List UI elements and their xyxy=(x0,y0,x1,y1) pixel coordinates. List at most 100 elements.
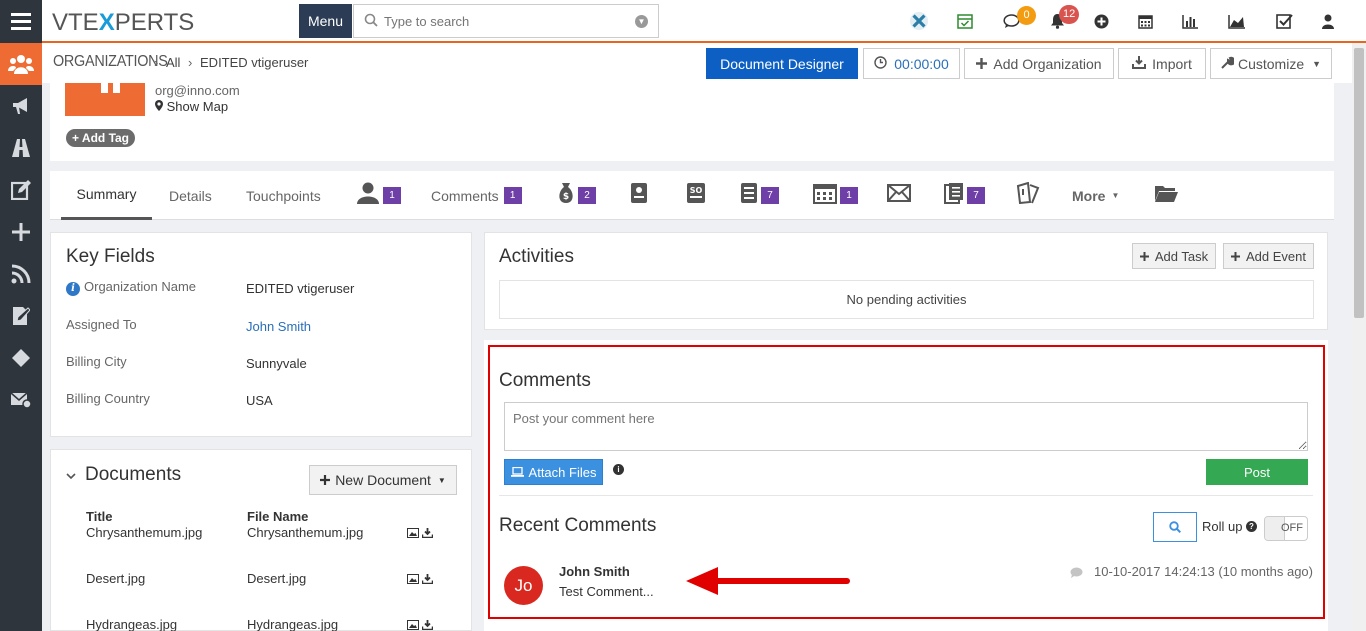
quote-icon xyxy=(630,182,648,210)
app-logo[interactable]: VTEXPERTS xyxy=(52,9,194,37)
import-button[interactable]: Import xyxy=(1118,48,1206,79)
doc-file[interactable]: Hydrangeas.jpg xyxy=(247,617,338,631)
search-dropdown-icon[interactable]: ▼ xyxy=(635,15,648,28)
add-event-button[interactable]: Add Event xyxy=(1223,243,1314,269)
doc-title[interactable]: Desert.jpg xyxy=(86,571,145,586)
search-comments-button[interactable] xyxy=(1153,512,1197,542)
envelope-icon xyxy=(887,183,911,208)
calendar-icon[interactable] xyxy=(1135,11,1155,31)
field-value[interactable]: USA xyxy=(246,393,273,408)
roll-up-toggle[interactable]: OFF xyxy=(1264,516,1308,541)
tab-events[interactable]: 1 xyxy=(813,171,858,220)
timer-button[interactable]: 00:00:00 xyxy=(863,48,960,79)
column-header-file: File Name xyxy=(247,509,309,524)
calendar-icon xyxy=(813,182,837,210)
hamburger-menu-icon[interactable] xyxy=(0,0,42,43)
search-input[interactable] xyxy=(384,13,634,29)
scrollbar-thumb[interactable] xyxy=(1354,48,1364,318)
add-task-button[interactable]: Add Task xyxy=(1132,243,1216,269)
record-email[interactable]: org@inno.com xyxy=(155,83,240,98)
doc-file[interactable]: Desert.jpg xyxy=(247,571,306,586)
diamond-icon[interactable] xyxy=(0,337,42,379)
tab-touchpoints[interactable]: Touchpoints xyxy=(246,171,321,220)
scrollbar[interactable] xyxy=(1352,43,1366,631)
assigned-to-link[interactable]: John Smith xyxy=(246,319,311,334)
image-icon[interactable] xyxy=(407,574,419,587)
collapse-chevron-icon[interactable] xyxy=(66,468,76,483)
ticket-icon xyxy=(1016,181,1040,210)
download-icon[interactable] xyxy=(421,528,434,541)
help-icon[interactable]: ? xyxy=(1246,521,1257,532)
attach-files-button[interactable]: Attach Files xyxy=(504,459,603,485)
mail-settings-icon[interactable] xyxy=(0,379,42,421)
vtiger-x-icon[interactable] xyxy=(909,11,929,31)
show-map-link[interactable]: Show Map xyxy=(155,99,228,114)
megaphone-icon[interactable] xyxy=(0,85,42,127)
document-designer-button[interactable]: Document Designer xyxy=(706,48,858,79)
comment-input[interactable] xyxy=(504,402,1308,451)
doc-actions xyxy=(407,620,434,631)
breadcrumb-all[interactable]: All xyxy=(166,55,180,70)
info-icon[interactable]: i xyxy=(613,464,624,475)
add-tag-button[interactable]: + Add Tag xyxy=(66,129,136,147)
plus-circle-icon[interactable] xyxy=(1091,11,1111,31)
folder-icon xyxy=(1154,183,1178,209)
tab-sales-orders[interactable]: SO xyxy=(686,171,706,220)
tab-quotes[interactable] xyxy=(630,171,648,220)
tab-documents[interactable]: 7 xyxy=(944,171,985,220)
customize-button[interactable]: Customize ▼ xyxy=(1210,48,1332,79)
download-icon[interactable] xyxy=(421,620,434,631)
download-icon[interactable] xyxy=(421,574,434,587)
tab-emails[interactable] xyxy=(887,171,911,220)
doc-file[interactable]: Chrysanthemum.jpg xyxy=(247,525,363,540)
road-icon[interactable] xyxy=(0,127,42,169)
search-icon xyxy=(1169,521,1181,533)
doc-title[interactable]: Hydrangeas.jpg xyxy=(86,617,177,631)
field-label: i Organization Name xyxy=(66,279,196,296)
plus-icon[interactable] xyxy=(0,211,42,253)
tab-folder[interactable] xyxy=(1154,171,1178,220)
roll-up-label: Roll up xyxy=(1202,519,1243,534)
sales-order-icon: SO xyxy=(686,182,706,210)
field-value[interactable]: EDITED vtigeruser xyxy=(246,281,354,296)
tab-comments[interactable]: Comments 1 xyxy=(431,171,522,220)
add-organization-button[interactable]: Add Organization xyxy=(964,48,1114,79)
tab-deals[interactable]: $ 2 xyxy=(557,171,596,220)
image-icon[interactable] xyxy=(407,620,419,631)
calendar-check-icon[interactable] xyxy=(955,11,975,31)
rss-icon[interactable] xyxy=(0,253,42,295)
edit-icon[interactable] xyxy=(0,169,42,211)
user-icon[interactable] xyxy=(1318,11,1338,31)
checkbox-icon[interactable] xyxy=(1274,11,1294,31)
field-label: Billing City xyxy=(66,354,127,369)
search-icon xyxy=(364,13,378,30)
organizations-icon[interactable] xyxy=(0,43,42,85)
global-search[interactable]: ▼ xyxy=(353,4,659,38)
tab-tickets[interactable] xyxy=(1016,171,1040,220)
document-edit-icon[interactable] xyxy=(0,295,42,337)
breadcrumb-module[interactable]: ORGANIZATIONS xyxy=(53,53,168,71)
comment-author[interactable]: John Smith xyxy=(559,564,630,579)
money-bag-icon: $ xyxy=(557,182,575,210)
info-icon[interactable]: i xyxy=(66,282,80,296)
tab-details[interactable]: Details xyxy=(169,171,212,220)
breadcrumb: › All › EDITED vtigeruser xyxy=(154,55,309,70)
doc-title[interactable]: Chrysanthemum.jpg xyxy=(86,525,202,540)
invoice-icon xyxy=(740,182,758,210)
recent-comments-title: Recent Comments xyxy=(499,515,657,536)
area-chart-icon[interactable] xyxy=(1227,11,1247,31)
tab-more[interactable]: More ▼ xyxy=(1072,171,1119,220)
tab-summary[interactable]: Summary xyxy=(61,171,152,220)
tab-contacts[interactable]: 1 xyxy=(356,171,401,220)
bar-chart-icon[interactable] xyxy=(1180,11,1200,31)
field-value[interactable]: Sunnyvale xyxy=(246,356,307,371)
menu-button[interactable]: Menu xyxy=(299,4,352,38)
new-document-button[interactable]: New Document ▼ xyxy=(309,465,457,495)
field-label: Billing Country xyxy=(66,391,150,406)
image-icon[interactable] xyxy=(407,528,419,541)
plus-icon xyxy=(1231,249,1240,264)
record-header: org@inno.com Show Map + Add Tag xyxy=(50,83,1334,161)
documents-icon xyxy=(944,182,964,210)
post-button[interactable]: Post xyxy=(1206,459,1308,485)
tab-invoices[interactable]: 7 xyxy=(740,171,779,220)
